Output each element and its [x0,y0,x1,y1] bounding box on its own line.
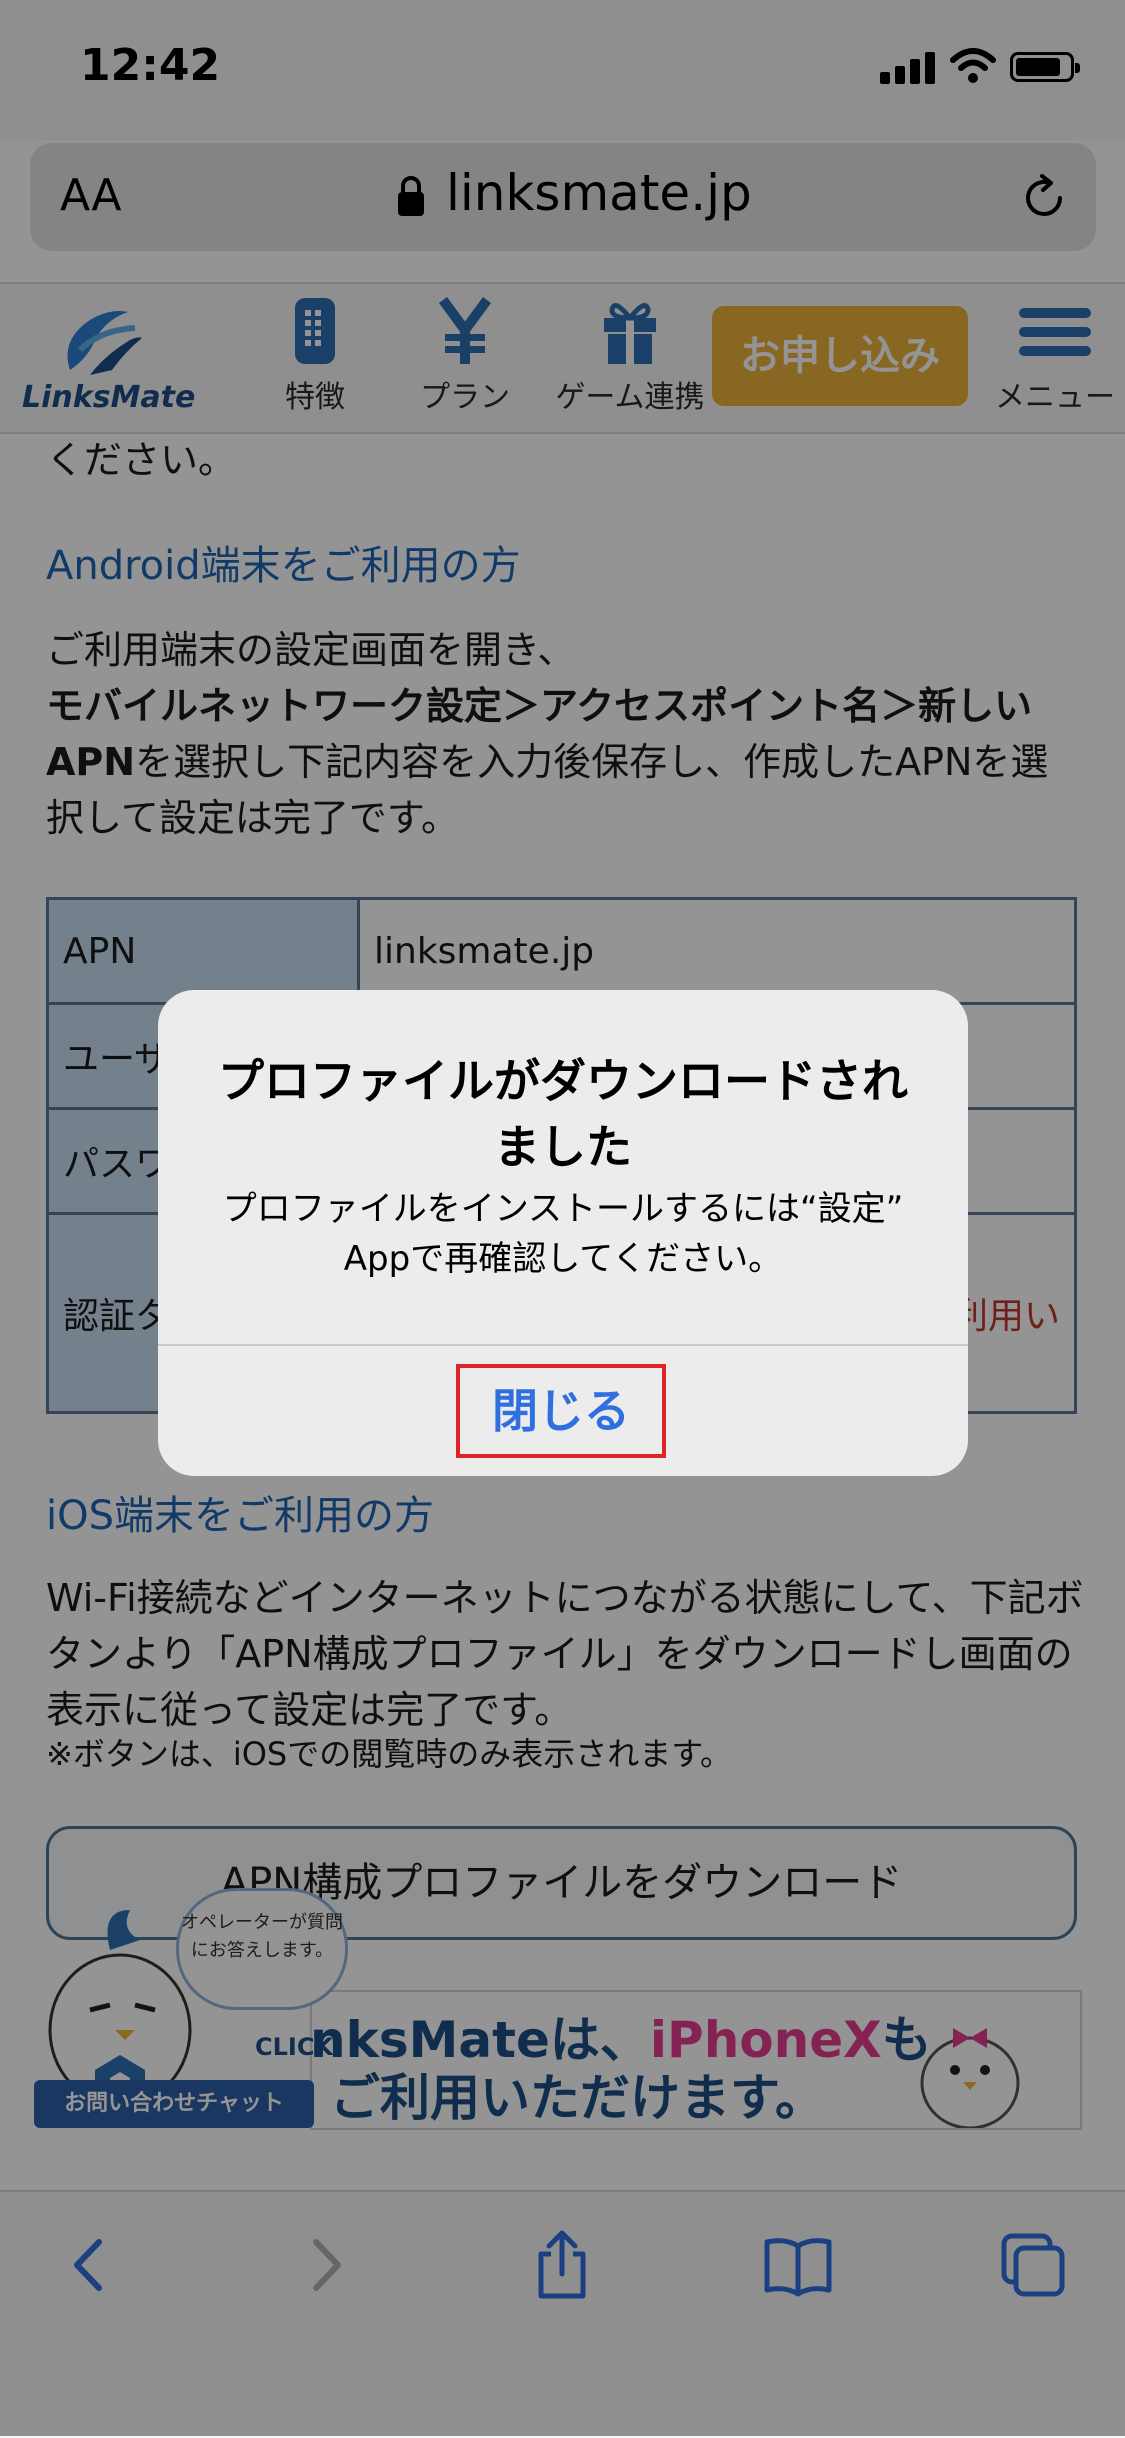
close-button[interactable]: 閉じる [456,1364,666,1458]
alert-title: プロファイルがダウンロードされました [218,1054,908,1174]
alert-divider [158,1344,968,1346]
alert-message: プロファイルをインストールするには“設定” Appで再確認してください。 [222,1189,904,1279]
